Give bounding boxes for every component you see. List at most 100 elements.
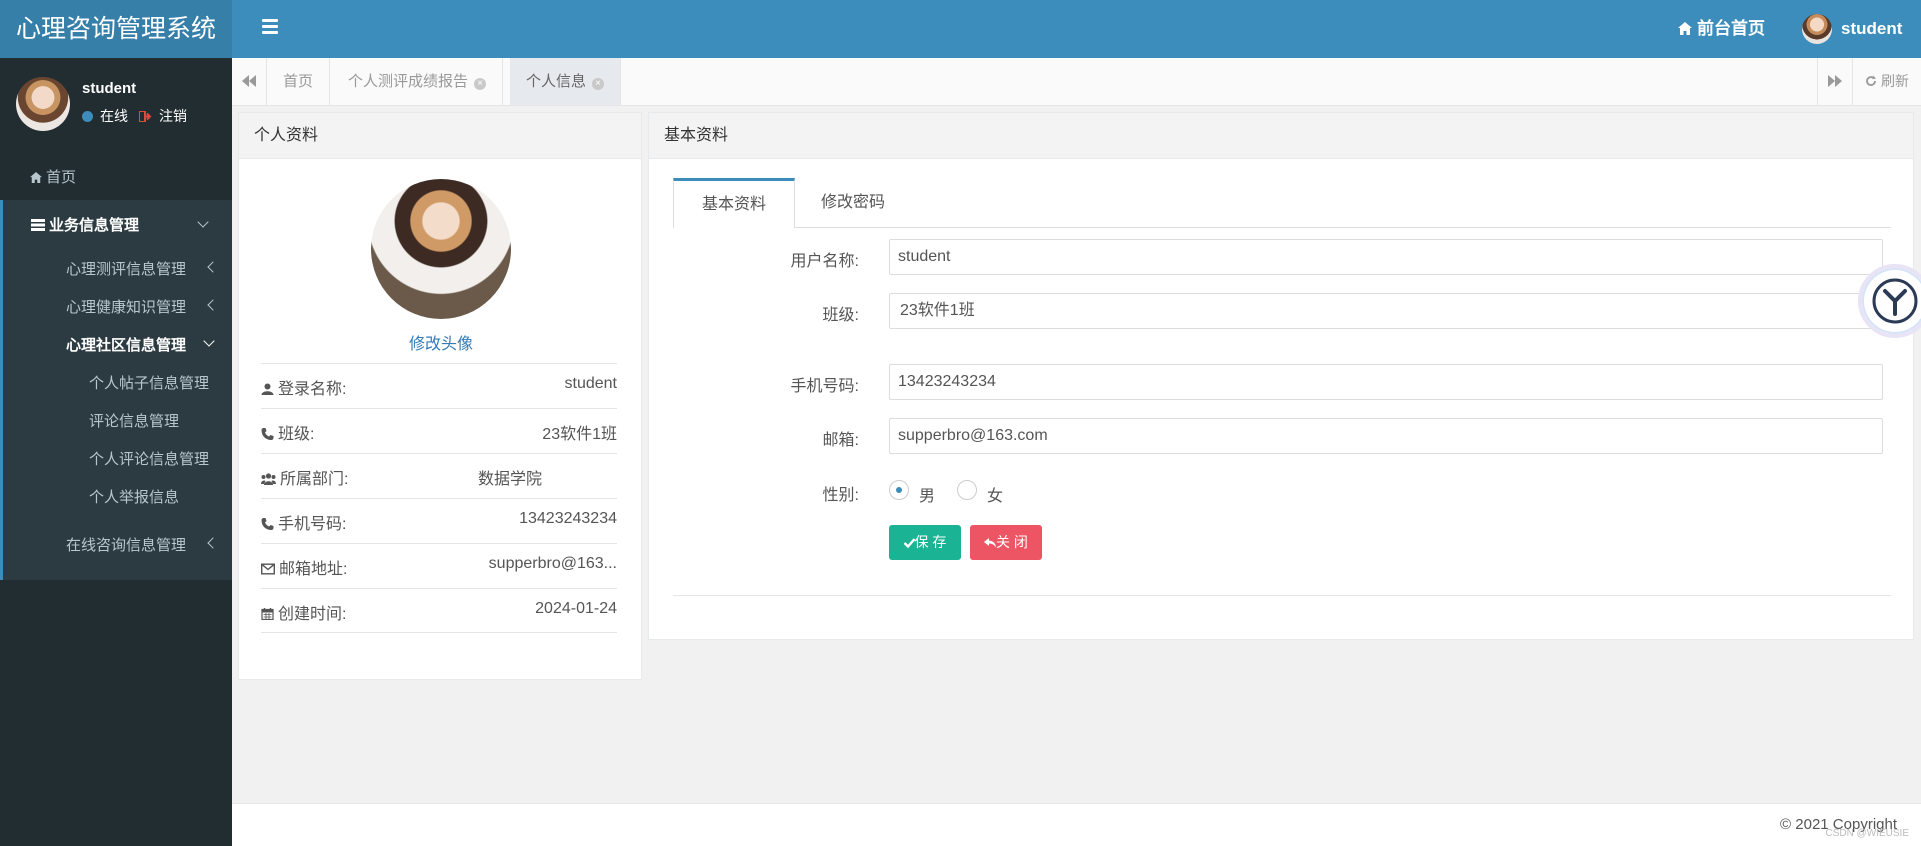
row-label: 手机号码: — [278, 516, 347, 533]
tab-label: 个人测评成绩报告 — [348, 73, 469, 90]
save-button[interactable]: 保 存 — [889, 525, 961, 560]
gender-female-radio[interactable] — [957, 480, 977, 500]
sidebar-group-title[interactable]: 业务信息管理 — [31, 214, 139, 235]
user-panel: student 在线 注销 — [0, 58, 232, 148]
sidebar-group-label: 业务信息管理 — [49, 217, 140, 234]
sidebar-item-my-comments[interactable]: 个人评论信息管理 — [89, 448, 209, 469]
tabs-bar: 首页 个人测评成绩报告 × 个人信息 × 刷新 — [232, 58, 1921, 106]
sidebar-item-label: 首页 — [46, 169, 77, 186]
avatar — [371, 179, 511, 319]
close-button[interactable]: 关 闭 — [970, 525, 1042, 560]
chevron-left-icon — [207, 299, 219, 311]
close-icon[interactable]: × — [592, 78, 605, 90]
change-avatar-link[interactable]: 修改头像 — [239, 330, 643, 354]
username-label: 用户名称: — [790, 253, 859, 270]
sidebar: student 在线 注销 首页 业务信息管理 心理测评信息管理 心理健康知识管… — [0, 58, 232, 846]
tab-basic-info[interactable]: 基本资料 — [673, 178, 796, 228]
user-name: student — [1841, 19, 1903, 38]
footer: © 2021 Copyright CSDN @WIEUSIE — [232, 803, 1921, 846]
save-label: 保 存 — [914, 534, 947, 550]
profile-row-phone: 手机号码: 13423243234 — [261, 498, 617, 543]
avatar — [1802, 14, 1832, 44]
row-value: 23软件1班 — [542, 426, 617, 443]
phone-field[interactable] — [889, 364, 1883, 400]
gender-male-label: 男 — [919, 488, 936, 505]
sidebar-item-consulting[interactable]: 在线咨询信息管理 — [66, 534, 186, 555]
tab-personal-info[interactable]: 个人信息 × — [510, 58, 622, 105]
row-value: 数据学院 — [478, 471, 543, 488]
tab-change-password[interactable]: 修改密码 — [793, 178, 913, 228]
sidebar-toggle-icon[interactable] — [262, 19, 278, 39]
profile-panel: 个人资料 修改头像 登录名称: student 班级: 23软件1班 所属部门:… — [238, 112, 642, 680]
top-navbar: 心理咨询管理系统 前台首页 student — [0, 0, 1921, 58]
close-icon[interactable]: × — [474, 78, 487, 90]
phone-icon — [261, 518, 274, 530]
sidebar-item-home[interactable]: 首页 — [0, 158, 232, 198]
chevron-down-icon — [197, 216, 209, 228]
sidebar-group-business: 业务信息管理 心理测评信息管理 心理健康知识管理 心理社区信息管理 个人帖子信息… — [0, 200, 232, 580]
sidebar-item-my-posts[interactable]: 个人帖子信息管理 — [89, 372, 209, 393]
tab-assessment-report[interactable]: 个人测评成绩报告 × — [332, 58, 504, 105]
chevron-left-icon — [207, 537, 219, 549]
tab-label: 个人信息 — [526, 73, 587, 90]
sidebar-user-name: student — [82, 80, 137, 97]
assistant-logo-icon — [1872, 278, 1918, 324]
email-label: 邮箱: — [822, 432, 859, 449]
row-value: student — [564, 375, 617, 392]
reply-icon — [984, 538, 997, 548]
envelope-icon — [261, 563, 275, 575]
row-label: 邮箱地址: — [279, 561, 348, 578]
front-home-link[interactable]: 前台首页 — [1678, 0, 1765, 58]
chevron-down-icon — [203, 335, 215, 347]
form-divider — [673, 595, 1891, 596]
row-label: 登录名称: — [278, 381, 347, 398]
sidebar-item-assessment[interactable]: 心理测评信息管理 — [66, 258, 186, 279]
watermark-text: CSDN @WIEUSIE — [1825, 828, 1910, 839]
tabs-scroll-left-button[interactable] — [232, 58, 267, 105]
check-icon — [903, 538, 915, 549]
user-menu[interactable]: student — [1802, 0, 1902, 58]
tab-home[interactable]: 首页 — [267, 58, 331, 105]
users-icon — [261, 473, 276, 485]
refresh-label: 刷新 — [1880, 73, 1909, 89]
online-dot-icon — [82, 110, 93, 122]
user-status: 在线 注销 — [82, 106, 187, 126]
sidebar-item-knowledge[interactable]: 心理健康知识管理 — [66, 296, 186, 317]
phone-icon — [261, 428, 274, 440]
front-home-label: 前台首页 — [1697, 19, 1765, 38]
backward-icon — [242, 75, 256, 87]
row-label: 所属部门: — [280, 471, 349, 488]
row-value: supperbro@163... — [488, 555, 617, 572]
profile-row-email: 邮箱地址: supperbro@163... — [261, 543, 617, 588]
logout-link[interactable]: 注销 — [159, 106, 187, 126]
gender-female-label: 女 — [987, 488, 1004, 505]
sidebar-item-my-reports[interactable]: 个人举报信息 — [89, 486, 179, 507]
sidebar-item-community[interactable]: 心理社区信息管理 — [66, 334, 186, 355]
calendar-icon — [261, 608, 274, 620]
online-label: 在线 — [100, 108, 128, 124]
chevron-left-icon — [207, 261, 219, 273]
row-label: 创建时间: — [278, 606, 347, 623]
avatar — [16, 77, 70, 131]
class-label: 班级: — [822, 307, 859, 324]
row-label: 班级: — [278, 426, 315, 443]
gender-male-radio[interactable] — [889, 480, 909, 500]
phone-label: 手机号码: — [790, 378, 859, 395]
basic-info-panel: 基本资料 基本资料 修改密码 用户名称: 班级: 23软件1班 手机号码: 邮箱… — [648, 112, 1914, 640]
email-field[interactable] — [889, 418, 1883, 454]
database-icon — [31, 219, 45, 231]
profile-row-login: 登录名称: student — [261, 363, 617, 408]
class-selected-value: 23软件1班 — [900, 302, 975, 319]
username-field[interactable] — [889, 239, 1883, 275]
sidebar-item-comments[interactable]: 评论信息管理 — [89, 410, 179, 431]
home-icon — [1678, 22, 1692, 35]
profile-row-department: 所属部门: 数据学院 — [261, 453, 617, 498]
logout-icon — [139, 110, 152, 122]
class-select[interactable]: 23软件1班 — [889, 293, 1883, 329]
user-icon — [261, 383, 274, 395]
refresh-button[interactable]: 刷新 — [1852, 58, 1921, 105]
panel-title: 基本资料 — [649, 113, 1913, 159]
tabs-scroll-right-button[interactable] — [1817, 58, 1852, 105]
forward-icon — [1828, 75, 1842, 87]
panel-title: 个人资料 — [239, 113, 641, 159]
